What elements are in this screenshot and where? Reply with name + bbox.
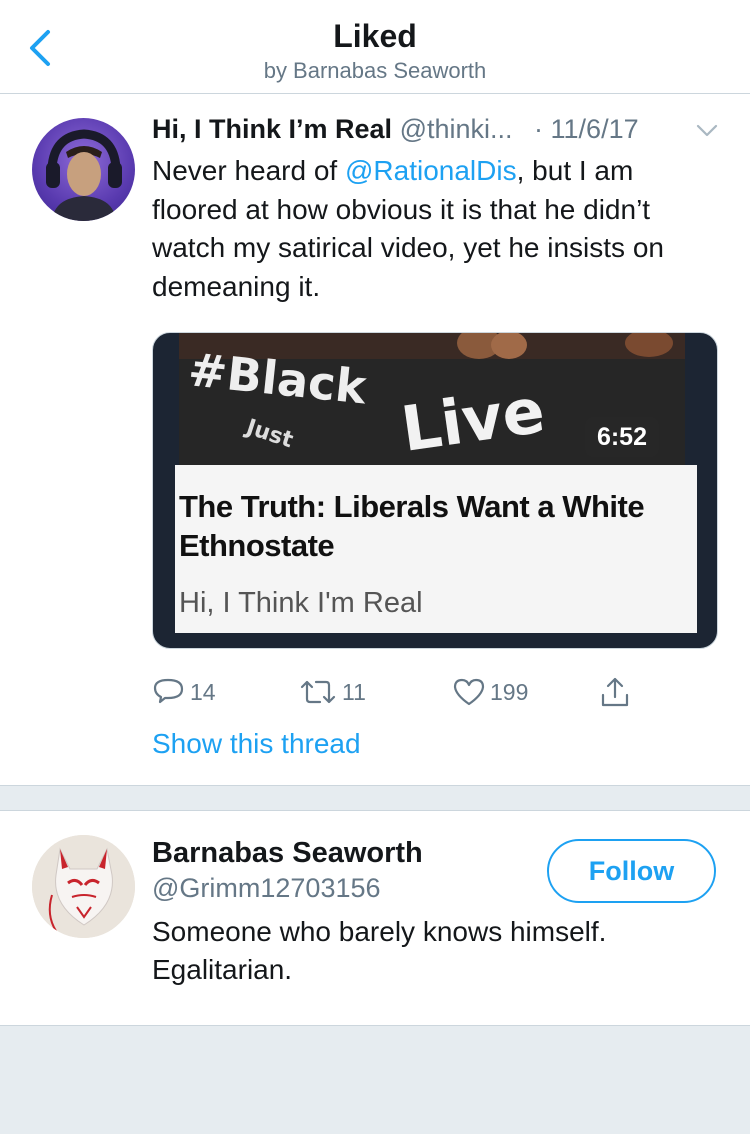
- card-title: The Truth: Liberals Want a White Ethnost…: [179, 489, 645, 563]
- reply-count: 14: [190, 678, 216, 705]
- top-bar: Liked by Barnabas Seaworth: [0, 0, 750, 94]
- like-button[interactable]: 199: [452, 672, 528, 712]
- video-thumbnail[interactable]: #Black Just Live 6:52: [179, 333, 685, 465]
- follow-button[interactable]: Follow: [547, 839, 716, 903]
- profile-handle[interactable]: @Grimm12703156: [152, 873, 381, 904]
- reply-button[interactable]: 14: [152, 672, 216, 712]
- like-count: 199: [490, 678, 529, 705]
- share-icon: [601, 677, 629, 707]
- avatar[interactable]: [32, 118, 135, 221]
- avatar-image: [46, 129, 122, 221]
- retweet-button[interactable]: 11: [298, 672, 366, 712]
- chevron-down-icon[interactable]: [696, 124, 718, 138]
- tweet-text: Never heard of @RationalDis, but I am fl…: [152, 152, 722, 306]
- card-site-name: Hi, I Think I'm Real: [179, 587, 423, 619]
- retweet-icon: [300, 680, 336, 704]
- page-title: Liked: [333, 18, 417, 54]
- author-name[interactable]: Hi, I Think I’m Real: [152, 114, 392, 144]
- tweet-date: · 11/6/17: [534, 114, 639, 144]
- card-body[interactable]: The Truth: Liberals Want a White Ethnost…: [175, 465, 697, 633]
- avatar[interactable]: [32, 835, 135, 938]
- avatar-image: [32, 835, 135, 938]
- heart-icon: [453, 678, 485, 706]
- reply-icon: [153, 678, 184, 704]
- author-handle[interactable]: @thinki...: [400, 114, 513, 144]
- mention-link[interactable]: @RationalDis: [345, 155, 517, 186]
- share-button[interactable]: [598, 672, 636, 712]
- profile-bio: Someone who barely knows himself. Egalit…: [152, 916, 607, 985]
- profile-name[interactable]: Barnabas Seaworth: [152, 837, 423, 870]
- show-thread-link[interactable]: Show this thread: [152, 728, 361, 760]
- tweet-header: Hi, I Think I’m Real @thinki... · 11/6/1…: [152, 114, 639, 145]
- link-card[interactable]: #Black Just Live 6:52 The Truth: Liberal…: [152, 332, 718, 649]
- tweet-text-part: Never heard of: [152, 155, 345, 186]
- retweet-count: 11: [342, 678, 366, 705]
- tweet-actions: 14 11 199: [152, 672, 722, 712]
- tweet[interactable]: Hi, I Think I’m Real @thinki... · 11/6/1…: [0, 94, 750, 786]
- user-profile-card[interactable]: Barnabas Seaworth @Grimm12703156 Someone…: [0, 810, 750, 1026]
- video-duration-badge: 6:52: [584, 417, 659, 457]
- page-subtitle: by Barnabas Seaworth: [263, 58, 487, 83]
